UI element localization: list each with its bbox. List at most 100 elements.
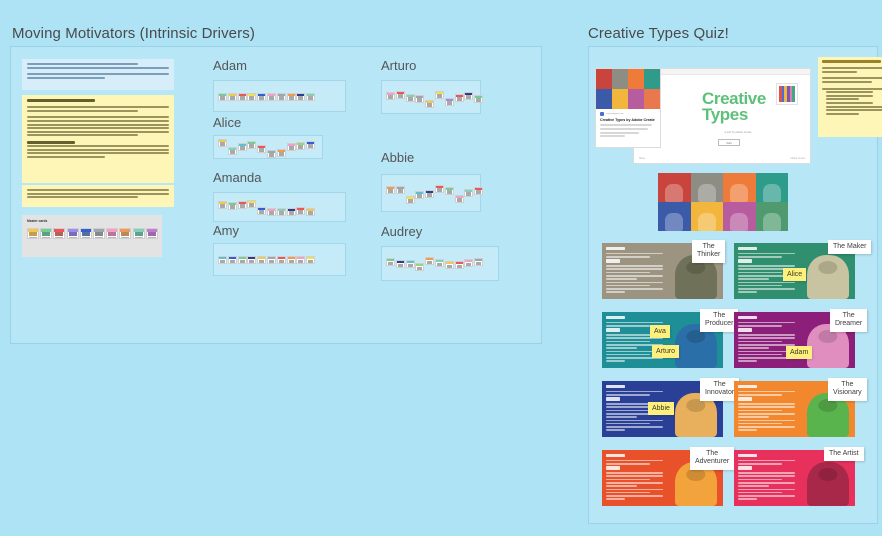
motivator-card[interactable] <box>257 256 267 265</box>
card-tray-amanda[interactable] <box>213 192 346 222</box>
motivator-card[interactable] <box>395 90 405 99</box>
motivator-card[interactable] <box>425 257 435 266</box>
persona-thumbnail-strip[interactable] <box>658 173 788 231</box>
motivator-card[interactable] <box>237 92 247 101</box>
intro-note[interactable]: The Moving Motivators exercise is based … <box>22 59 174 90</box>
motivator-card[interactable] <box>286 207 296 216</box>
motivator-card[interactable] <box>306 140 316 149</box>
motivator-card[interactable] <box>267 256 276 265</box>
motivator-card[interactable] <box>405 93 415 102</box>
motivator-card[interactable] <box>405 260 415 269</box>
motivator-card[interactable] <box>145 227 158 239</box>
motivator-card[interactable] <box>218 92 227 101</box>
motivator-card[interactable] <box>425 189 435 198</box>
motivator-card[interactable] <box>237 200 247 209</box>
motivator-card[interactable] <box>237 256 247 265</box>
card-tray-arturo[interactable] <box>381 80 484 114</box>
motivator-card[interactable] <box>267 92 276 101</box>
motivator-card[interactable] <box>474 94 484 103</box>
motivator-card[interactable] <box>454 194 464 203</box>
motivator-card[interactable] <box>276 92 286 101</box>
motivator-card[interactable] <box>415 94 425 103</box>
sticky-note-alice[interactable]: Alice <box>783 268 807 281</box>
motivator-card[interactable] <box>247 92 257 101</box>
motivator-card[interactable] <box>286 256 296 265</box>
motivator-card[interactable] <box>247 199 257 208</box>
creative-types-link-preview-card[interactable]: creativetypes.com Creative Types by Adob… <box>595 68 661 148</box>
motivator-card[interactable] <box>27 227 39 239</box>
motivator-card[interactable] <box>227 146 237 155</box>
motivator-card[interactable] <box>415 190 425 199</box>
motivator-card[interactable] <box>296 141 306 150</box>
motivator-card[interactable] <box>454 93 464 102</box>
motivator-card[interactable] <box>444 261 454 270</box>
motivator-card[interactable] <box>218 200 227 209</box>
motivator-card[interactable] <box>227 201 237 210</box>
motivator-card[interactable] <box>276 256 286 265</box>
card-tray-amy[interactable] <box>213 243 346 276</box>
motivator-card[interactable] <box>296 92 306 101</box>
motivator-card[interactable] <box>415 263 425 272</box>
motivator-card[interactable] <box>227 92 237 101</box>
motivator-card[interactable] <box>237 142 247 151</box>
motivator-card[interactable] <box>66 227 79 239</box>
motivator-card[interactable] <box>267 149 276 158</box>
motivator-card[interactable] <box>386 258 395 267</box>
motivator-card[interactable] <box>79 227 92 239</box>
motivator-card[interactable] <box>276 207 286 216</box>
motivator-card[interactable] <box>132 227 145 239</box>
master-card-strip[interactable] <box>27 227 158 240</box>
motivator-card[interactable] <box>444 186 454 195</box>
motivator-card[interactable] <box>53 227 66 239</box>
motivator-card[interactable] <box>464 259 474 268</box>
sticky-note-adam[interactable]: Adam <box>786 346 813 359</box>
card-tray-abbie[interactable] <box>381 174 484 212</box>
motivator-card[interactable] <box>276 148 286 157</box>
motivator-card[interactable] <box>218 138 227 147</box>
sticky-note-abbie[interactable]: Abbie <box>648 402 674 415</box>
motivator-card[interactable] <box>40 227 53 239</box>
motivator-card[interactable] <box>247 140 257 149</box>
motivator-card[interactable] <box>464 91 474 100</box>
motivator-card[interactable] <box>286 92 296 101</box>
motivator-card[interactable] <box>386 185 395 194</box>
motivator-card[interactable] <box>435 184 444 193</box>
motivator-card[interactable] <box>286 142 296 151</box>
motivator-card[interactable] <box>464 188 474 197</box>
motivator-card[interactable] <box>218 256 227 265</box>
card-tray-adam[interactable] <box>213 80 346 112</box>
motivator-card[interactable] <box>257 144 267 153</box>
motivator-card[interactable] <box>425 99 435 108</box>
sticky-note-ava[interactable]: Ava <box>650 325 670 338</box>
motivator-card[interactable] <box>247 256 257 265</box>
motivator-card[interactable] <box>106 227 119 239</box>
motivator-card[interactable] <box>435 259 444 268</box>
motivator-card[interactable] <box>474 186 484 195</box>
motivator-card[interactable] <box>435 90 444 99</box>
footnote-note[interactable]: Note: sometimes cards are low due to org… <box>22 185 174 207</box>
motivator-card[interactable] <box>306 207 316 216</box>
sticky-note-arturo[interactable]: Arturo <box>652 345 680 358</box>
motivator-card[interactable] <box>257 92 267 101</box>
card-tray-audrey[interactable] <box>381 246 499 281</box>
motivator-card[interactable] <box>93 227 105 239</box>
motivator-card[interactable] <box>119 227 132 239</box>
card-tray-alice[interactable] <box>213 135 323 159</box>
motivator-card[interactable] <box>306 92 316 101</box>
motivator-card[interactable] <box>474 258 484 267</box>
hero-start-button[interactable]: Start <box>718 139 740 146</box>
motivator-card[interactable] <box>296 256 306 265</box>
motivator-card[interactable] <box>267 207 276 216</box>
motivator-card[interactable] <box>257 206 267 215</box>
motivator-card[interactable] <box>395 185 405 194</box>
how-to-play-note[interactable]: How to play Moving Motivators: <box>22 95 174 183</box>
motivator-card[interactable] <box>296 206 306 215</box>
motivator-card[interactable] <box>444 97 454 106</box>
miro-board-canvas[interactable]: Moving Motivators (Intrinsic Drivers) Th… <box>0 0 882 536</box>
motivator-card[interactable] <box>454 261 464 270</box>
master-cards-panel[interactable]: Master cards <box>22 215 162 257</box>
motivator-card[interactable] <box>386 91 395 100</box>
motivator-card[interactable] <box>395 260 405 269</box>
motivator-card[interactable] <box>405 195 415 204</box>
creative-types-how-to-note[interactable]: How to use Adobe Creative Types: <box>818 57 882 137</box>
